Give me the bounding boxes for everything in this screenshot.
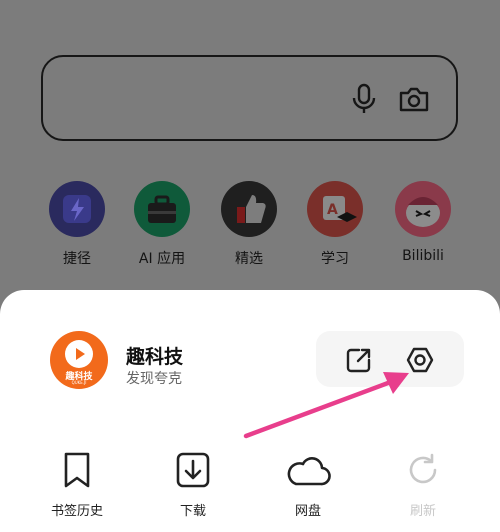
toolbox-icon (134, 181, 190, 237)
svg-text:A: A (327, 202, 338, 218)
tool-bookmark-history[interactable]: 书签历史 (32, 451, 122, 519)
share-icon[interactable] (345, 346, 373, 374)
tool-label: 下载 (179, 504, 206, 519)
app-description: 发现夸克 (126, 371, 182, 387)
tool-label: 网盘 (294, 504, 321, 519)
play-icon (65, 340, 93, 368)
shortcut-ai-app[interactable]: AI 应用 (119, 181, 205, 268)
thumbs-up-icon (221, 181, 277, 237)
shortcut-label: 学习 (321, 251, 349, 267)
graduation-icon: A (307, 181, 363, 237)
action-group (316, 331, 464, 387)
shortcut-xuexi[interactable]: A 学习 (292, 181, 378, 268)
settings-icon[interactable] (405, 345, 435, 375)
bookmark-icon (64, 452, 90, 488)
tool-download[interactable]: 下载 (148, 451, 238, 519)
app-logo: 趣科技 QUKE.JI (50, 331, 108, 389)
shortcut-jiejing[interactable]: 捷径 (34, 181, 120, 268)
shortcut-label: 捷径 (63, 251, 91, 267)
search-box[interactable] (41, 55, 458, 141)
refresh-icon (409, 453, 437, 484)
shortcut-label: Bilibili (402, 248, 444, 264)
tool-cloud-drive[interactable]: 网盘 (263, 451, 353, 519)
tool-label: 刷新 (409, 504, 436, 519)
lightning-icon (49, 181, 105, 237)
shortcut-jingxuan[interactable]: 精选 (206, 181, 292, 268)
microphone-icon[interactable] (349, 83, 379, 115)
cloud-icon (287, 457, 331, 486)
tool-refresh: 刷新 (378, 451, 468, 519)
app-name: 趣科技 (126, 346, 184, 368)
bottom-sheet: 趣科技 QUKE.JI 趣科技 发现夸克 书签历史 下载 网盘 刷新 (0, 290, 500, 532)
shortcut-label: AI 应用 (138, 251, 186, 267)
camera-icon[interactable] (398, 83, 430, 115)
logo-subtext: QUKE.JI (71, 380, 87, 385)
bilibili-icon (395, 181, 451, 237)
shortcut-label: 精选 (235, 251, 263, 267)
download-icon (176, 452, 210, 488)
shortcut-bilibili[interactable]: Bilibili (380, 181, 466, 264)
tool-label: 书签历史 (50, 504, 103, 519)
